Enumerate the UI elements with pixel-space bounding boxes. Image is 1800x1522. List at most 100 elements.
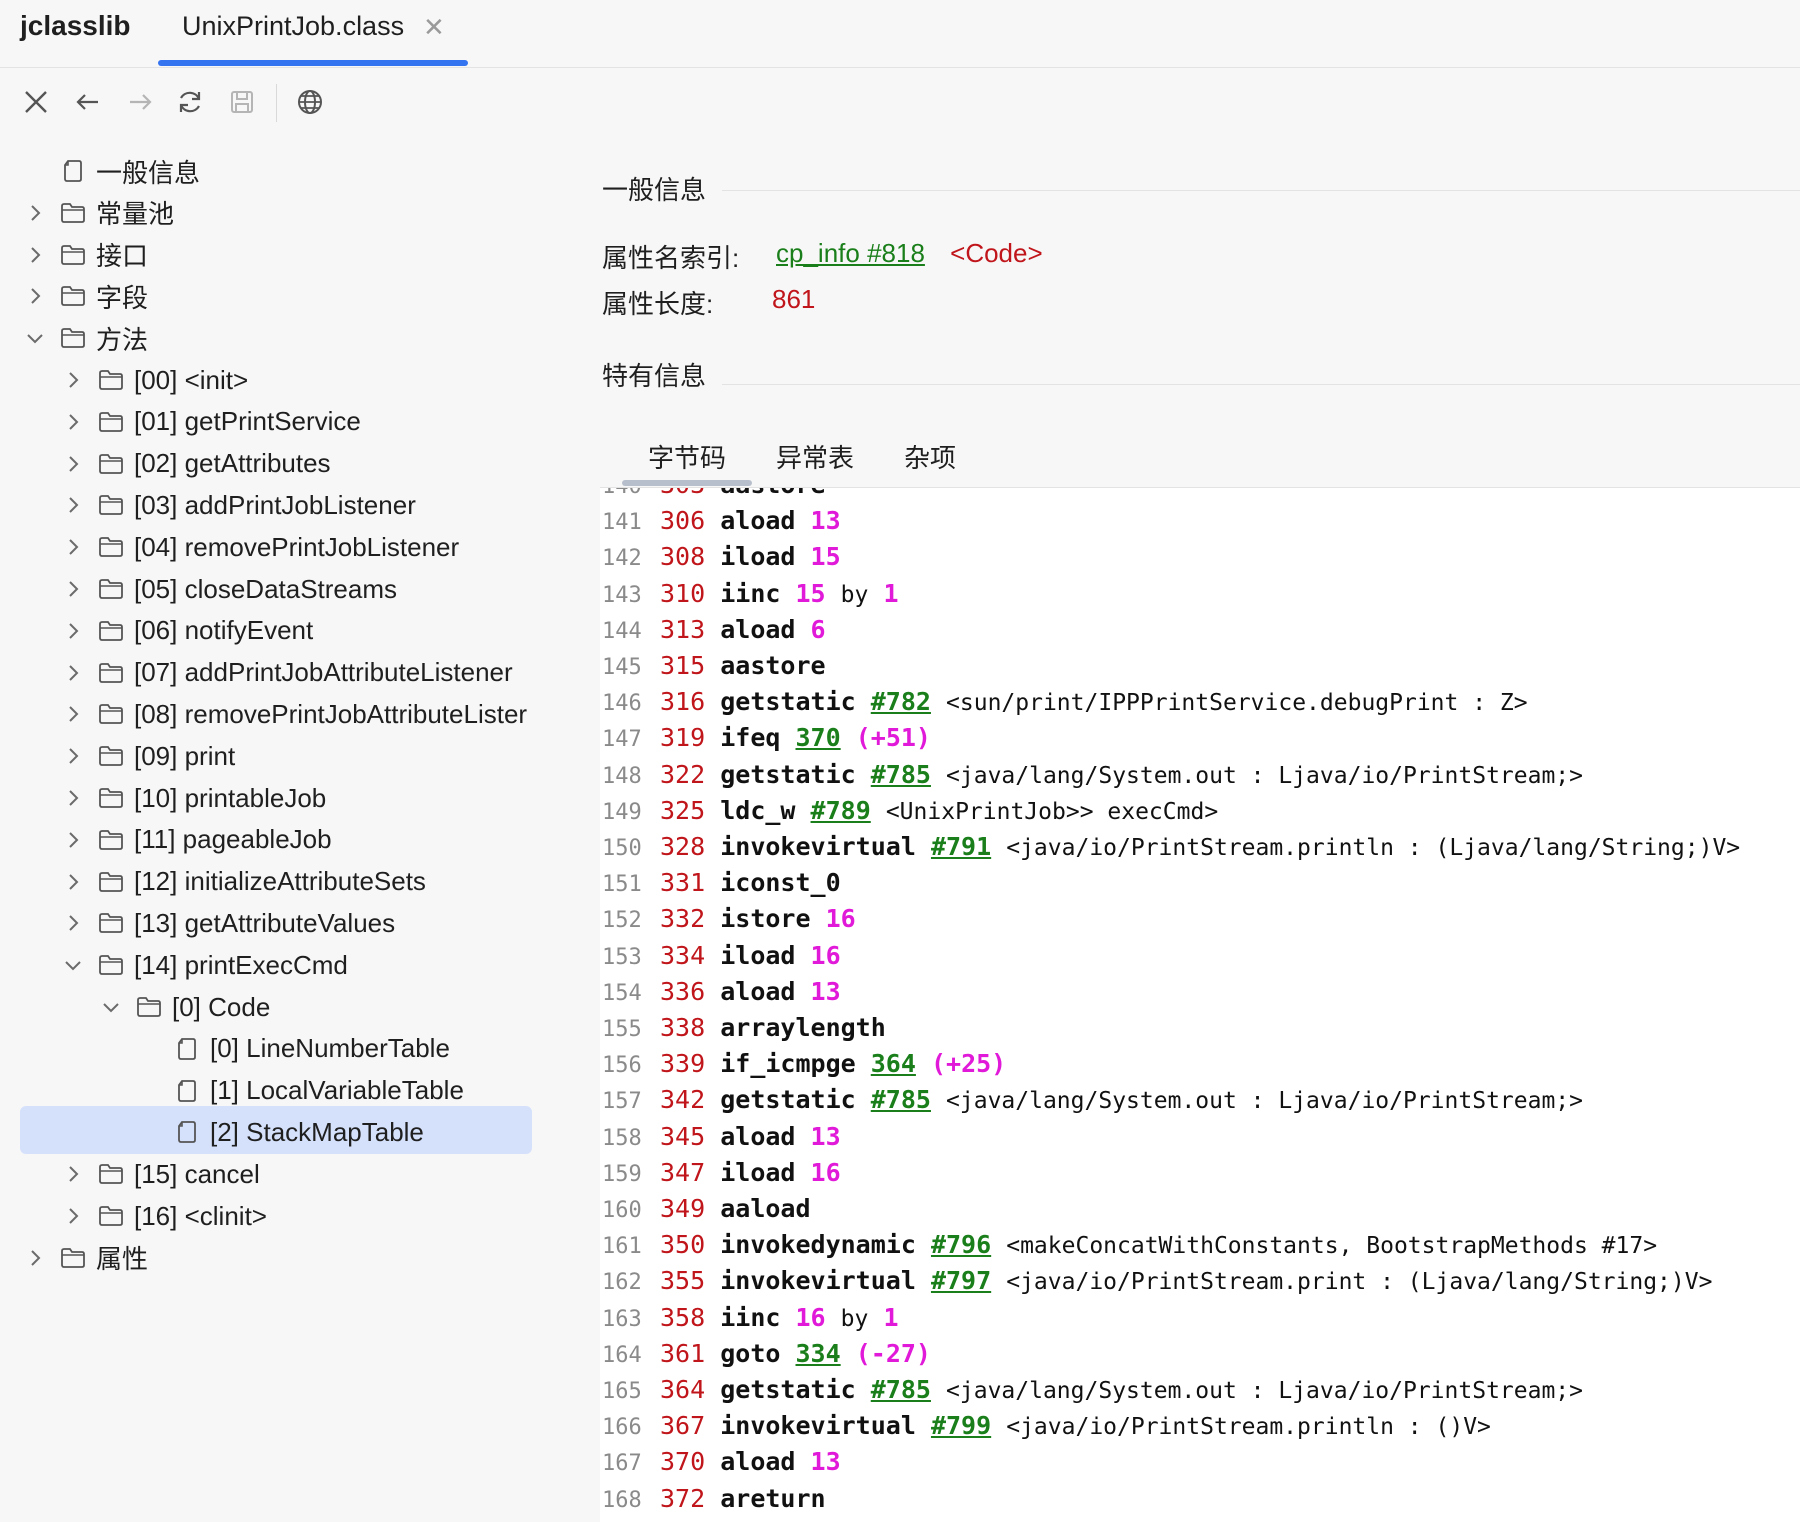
back-arrow-icon[interactable]	[70, 84, 106, 120]
chevron-right-icon[interactable]	[60, 409, 86, 435]
tree-node-interfaces[interactable]: 接口	[22, 232, 148, 278]
tree-node-label: [08] removePrintJobAttributeLister	[134, 698, 528, 729]
tree-node-method[interactable]: [14] printExecCmd	[60, 942, 348, 988]
tree-node-label: [09] print	[134, 740, 236, 771]
tree-node-code-attribute[interactable]: [0] LineNumberTable	[136, 1026, 450, 1072]
constant-pool-reference-link[interactable]: #796	[931, 1230, 991, 1259]
chevron-down-icon[interactable]	[60, 952, 86, 978]
tree-node-code-attribute[interactable]: [2] StackMapTable	[136, 1109, 424, 1155]
bytecode-offset: 347	[660, 1157, 706, 1187]
bytecode-line: 158 345 aload 13	[600, 1119, 841, 1155]
constant-pool-reference-link[interactable]: 370	[796, 723, 841, 752]
divider	[722, 384, 1800, 385]
chevron-right-icon[interactable]	[22, 1245, 48, 1271]
tree-node-fields[interactable]: 字段	[22, 273, 148, 319]
general-info-heading: 一般信息	[602, 175, 707, 205]
tree-node-method[interactable]: [13] getAttributeValues	[60, 900, 395, 946]
bytecode-line: 156 339 if_icmpge 364 (+25)	[600, 1046, 1006, 1082]
constant-pool-reference-link[interactable]: #785	[871, 760, 931, 789]
chevron-down-icon[interactable]	[98, 994, 124, 1020]
opcode: getstatic	[720, 687, 856, 717]
tree-node-method[interactable]: [09] print	[60, 733, 235, 779]
tree-node-method[interactable]: [00] <init>	[60, 357, 248, 403]
tab-bytecode[interactable]: 字节码	[648, 438, 726, 475]
file-icon	[58, 156, 88, 186]
tree-node-method[interactable]: [01] getPrintService	[60, 399, 361, 445]
tree-node-method[interactable]: [07] addPrintJobAttributeListener	[60, 650, 513, 696]
save-icon[interactable]	[224, 84, 260, 120]
attr-name-index-value: cp_info #818 <Code>	[776, 238, 1043, 269]
tree-node-label: [04] removePrintJobListener	[134, 531, 460, 562]
tree-node-method[interactable]: [08] removePrintJobAttributeLister	[60, 691, 527, 737]
constant-pool-reference-link[interactable]: #799	[931, 1411, 991, 1440]
tree-node-constant-pool[interactable]: 常量池	[22, 190, 174, 236]
chevron-right-icon[interactable]	[60, 660, 86, 686]
globe-icon[interactable]	[292, 84, 328, 120]
constant-pool-reference-link[interactable]: 364	[871, 1049, 916, 1078]
tab-close-icon[interactable]: ✕	[423, 12, 445, 43]
chevron-right-icon[interactable]	[60, 367, 86, 393]
tree-node-code[interactable]: [0] Code	[98, 984, 270, 1030]
tab-misc[interactable]: 杂项	[904, 438, 956, 475]
tree-node-code-attribute[interactable]: [1] LocalVariableTable	[136, 1068, 464, 1114]
chevron-right-icon[interactable]	[22, 200, 48, 226]
tree-node-method[interactable]: [06] notifyEvent	[60, 608, 313, 654]
chevron-right-icon[interactable]	[60, 618, 86, 644]
chevron-right-icon[interactable]	[60, 1203, 86, 1229]
chevron-right-icon[interactable]	[60, 576, 86, 602]
cp-info-link[interactable]: cp_info #818	[776, 238, 925, 268]
opcode: getstatic	[720, 1085, 856, 1115]
tree-node-method[interactable]: [10] printableJob	[60, 775, 326, 821]
opcode: arraylength	[720, 1013, 886, 1042]
forward-arrow-icon[interactable]	[122, 84, 158, 120]
constant-pool-reference-link[interactable]: #785	[871, 1085, 931, 1114]
chevron-down-icon[interactable]	[22, 325, 48, 351]
constant-pool-reference-link[interactable]: 334	[796, 1339, 841, 1368]
chevron-right-icon[interactable]	[60, 492, 86, 518]
chevron-right-icon[interactable]	[60, 827, 86, 853]
operand: by	[840, 581, 869, 608]
constant-pool-reference-link[interactable]: #791	[931, 832, 991, 861]
tree-node-method[interactable]: [12] initializeAttributeSets	[60, 859, 426, 905]
chevron-right-icon[interactable]	[60, 910, 86, 936]
constant-pool-reference-link[interactable]: #785	[871, 1375, 931, 1404]
refresh-icon[interactable]	[172, 84, 208, 120]
chevron-right-icon[interactable]	[22, 283, 48, 309]
line-number: 148	[602, 763, 642, 789]
tab-unixprintjob[interactable]: UnixPrintJob.class ✕	[158, 0, 468, 68]
line-number: 153	[602, 944, 642, 970]
chevron-right-icon[interactable]	[60, 534, 86, 560]
constant-pool-reference-link[interactable]: #789	[811, 796, 871, 825]
chevron-right-icon[interactable]	[60, 869, 86, 895]
bytecode-listing[interactable]: 140303 aastore 141 306 aload 13 142 308 iloa…	[600, 488, 1800, 1522]
chevron-right-icon[interactable]	[60, 1161, 86, 1187]
constant-pool-reference-link[interactable]: #782	[871, 687, 931, 716]
bytecode-offset: 316	[660, 687, 706, 717]
reference-comment: <sun/print/IPPPrintService.debugPrint : …	[946, 690, 1528, 717]
tree-node-method[interactable]: [16] <clinit>	[60, 1193, 267, 1239]
tree-node-method[interactable]: [04] removePrintJobListener	[60, 524, 459, 570]
opcode: iinc	[720, 578, 781, 608]
tree-node-method[interactable]: [05] closeDataStreams	[60, 566, 397, 612]
line-number: 163	[602, 1306, 642, 1332]
tree-node-label: [0] Code	[172, 991, 271, 1022]
constant-pool-reference-link[interactable]: #797	[931, 1266, 991, 1295]
close-icon[interactable]	[18, 84, 54, 120]
chevron-right-icon[interactable]	[60, 451, 86, 477]
tree-node-method[interactable]: [03] addPrintJobListener	[60, 482, 416, 528]
chevron-right-icon[interactable]	[22, 242, 48, 268]
tree-node-method[interactable]: [11] pageableJob	[60, 817, 332, 863]
line-number: 167	[602, 1451, 642, 1477]
folder-icon	[96, 1159, 126, 1189]
tree-node-method[interactable]: [02] getAttributes	[60, 441, 331, 487]
chevron-right-icon[interactable]	[60, 701, 86, 727]
tree-node-method[interactable]: [15] cancel	[60, 1151, 260, 1197]
tree-node-general-info[interactable]: 一般信息	[22, 148, 200, 194]
chevron-right-icon[interactable]	[60, 785, 86, 811]
chevron-right-icon[interactable]	[60, 743, 86, 769]
folder-icon	[96, 1201, 126, 1231]
tab-exception-table[interactable]: 异常表	[776, 438, 854, 475]
tree-node-methods[interactable]: 方法	[22, 315, 148, 361]
tree-node-attributes[interactable]: 属性	[22, 1235, 148, 1281]
opcode: invokevirtual	[720, 1411, 916, 1441]
